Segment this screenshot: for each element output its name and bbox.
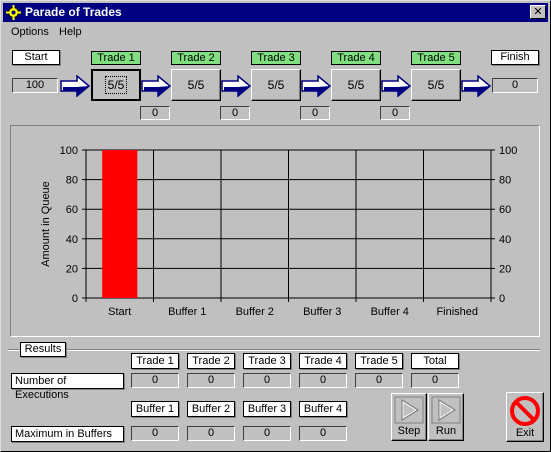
- trade-3-button[interactable]: 5/5: [251, 69, 301, 101]
- trade-2-button[interactable]: 5/5: [171, 69, 221, 101]
- max-header-buffer-3: Buffer 3: [243, 401, 291, 417]
- trade-2-value: 5/5: [187, 78, 205, 92]
- trade-5-button[interactable]: 5/5: [411, 69, 461, 101]
- exec-value-total: 0: [411, 373, 459, 388]
- flow-arrow-icon: [461, 75, 491, 97]
- y-tick-label-right: 80: [499, 175, 511, 187]
- trade-4-button[interactable]: 5/5: [331, 69, 381, 101]
- run-label: Run: [435, 425, 457, 437]
- finish-value: 0: [492, 78, 538, 93]
- run-button[interactable]: Run: [428, 393, 464, 441]
- y-tick-label: 0: [72, 293, 78, 305]
- buffer-4-value: 0: [380, 106, 410, 120]
- trade-1-value: 5/5: [104, 76, 128, 94]
- window-title: Parade of Trades: [25, 5, 122, 19]
- y-tick-label-right: 100: [499, 145, 517, 157]
- y-tick-label-right: 40: [499, 234, 511, 246]
- max-value-buffer-2: 0: [187, 426, 235, 441]
- max-header-buffer-2: Buffer 2: [187, 401, 235, 417]
- exit-button[interactable]: Exit: [506, 392, 544, 442]
- max-value-buffer-1: 0: [131, 426, 179, 441]
- x-tick-label: Buffer 1: [168, 306, 206, 318]
- no-entry-icon: [510, 396, 540, 426]
- y-tick-label-right: 0: [499, 293, 505, 305]
- results-divider: [8, 349, 540, 351]
- buffer-3-value: 0: [300, 106, 330, 120]
- exec-header-total: Total: [411, 353, 459, 369]
- close-button[interactable]: ✕: [530, 5, 546, 19]
- trade-4-value: 5/5: [347, 78, 365, 92]
- queue-chart: 0 0 20 20 40 40 60 60 80 80 100 100 Start Buffer 1 Buf…: [40, 145, 517, 318]
- exec-header-trade-1: Trade 1: [131, 353, 179, 369]
- buffer-2-value: 0: [220, 106, 250, 120]
- max-value-buffer-4: 0: [299, 426, 347, 441]
- exec-value-trade-5: 0: [355, 373, 403, 388]
- bar-start: [102, 150, 138, 298]
- exec-row-label: Number of Executions: [11, 373, 124, 401]
- finish-label: Finish: [491, 50, 539, 65]
- max-row-label: Maximum in Buffers: [11, 426, 124, 442]
- flow-arrow-icon: [141, 75, 171, 97]
- step-label: Step: [397, 425, 421, 437]
- max-header-buffer-1: Buffer 1: [131, 401, 179, 417]
- y-tick-label: 60: [66, 204, 78, 216]
- start-label: Start: [12, 50, 60, 65]
- trade-5-label: Trade 5: [411, 51, 461, 65]
- max-value-buffer-3: 0: [243, 426, 291, 441]
- buffer-1-value: 0: [140, 106, 170, 120]
- exec-header-trade-4: Trade 4: [299, 353, 347, 369]
- y-tick-label: 40: [66, 234, 78, 246]
- trade-5-value: 5/5: [427, 78, 445, 92]
- y-tick-label-right: 20: [499, 263, 511, 275]
- exec-header-trade-3: Trade 3: [243, 353, 291, 369]
- x-tick-label: Buffer 3: [303, 306, 341, 318]
- trade-2-label: Trade 2: [171, 51, 221, 65]
- x-tick-label: Buffer 4: [371, 306, 409, 318]
- menu-help[interactable]: Help: [59, 26, 82, 38]
- flow-arrow-icon: [60, 75, 90, 97]
- menu-options[interactable]: Options: [11, 26, 49, 38]
- step-button[interactable]: Step: [391, 393, 427, 441]
- x-tick-label: Finished: [436, 306, 478, 318]
- title-bar: Parade of Trades ✕: [3, 3, 548, 22]
- flow-arrow-icon: [221, 75, 251, 97]
- flow-arrow-icon: [381, 75, 411, 97]
- max-header-buffer-4: Buffer 4: [299, 401, 347, 417]
- step-icon: [394, 396, 424, 424]
- trade-1-button[interactable]: 5/5: [91, 69, 141, 101]
- exec-value-trade-4: 0: [299, 373, 347, 388]
- x-tick-label: Buffer 2: [236, 306, 274, 318]
- trade-4-label: Trade 4: [331, 51, 381, 65]
- trade-1-label: Trade 1: [91, 51, 141, 65]
- exec-value-trade-2: 0: [187, 373, 235, 388]
- exec-value-trade-1: 0: [131, 373, 179, 388]
- close-icon: ✕: [533, 6, 543, 18]
- flow-arrow-icon: [301, 75, 331, 97]
- exec-value-trade-3: 0: [243, 373, 291, 388]
- trade-3-label: Trade 3: [251, 51, 301, 65]
- y-tick-label-right: 60: [499, 204, 511, 216]
- y-tick-label: 80: [66, 175, 78, 187]
- exit-label: Exit: [515, 427, 535, 439]
- x-tick-label: Start: [108, 306, 131, 318]
- y-axis-label: Amount in Queue: [40, 181, 52, 267]
- trade-3-value: 5/5: [267, 78, 285, 92]
- app-gear-icon: [6, 5, 21, 20]
- results-label: Results: [20, 342, 66, 357]
- y-tick-label: 20: [66, 263, 78, 275]
- y-tick-label: 100: [60, 145, 78, 157]
- exec-header-trade-5: Trade 5: [355, 353, 403, 369]
- run-icon: [431, 396, 461, 424]
- start-value: 100: [12, 78, 58, 93]
- exec-header-trade-2: Trade 2: [187, 353, 235, 369]
- menu-bar: Options Help: [3, 23, 548, 41]
- queue-chart-frame: 0 0 20 20 40 40 60 60 80 80 100 100 Start Buffer 1 Buf…: [10, 125, 540, 337]
